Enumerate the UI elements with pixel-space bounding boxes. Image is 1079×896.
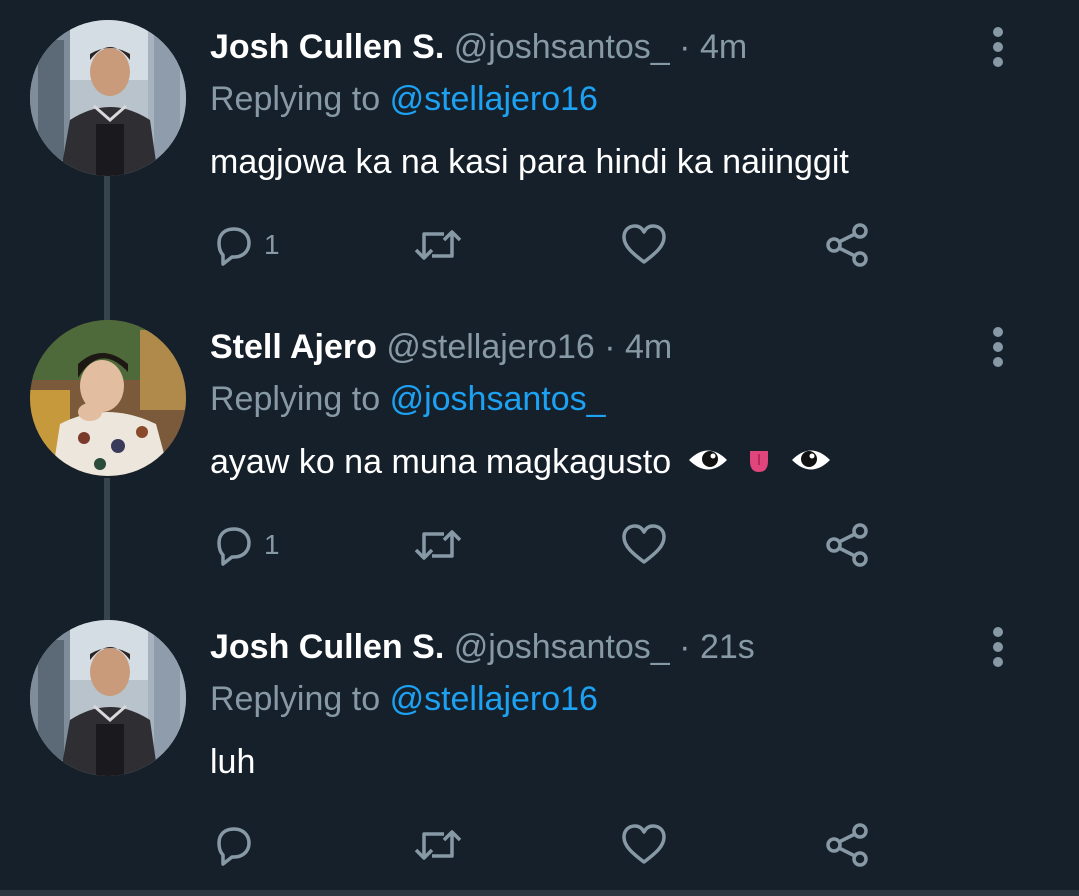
avatar[interactable]	[30, 20, 186, 176]
tweet-header: Josh Cullen S. @joshsantos_ · 21s	[210, 624, 755, 670]
more-vertical-icon	[993, 627, 1003, 667]
share-icon	[826, 823, 868, 867]
display-name[interactable]: Stell Ajero	[210, 328, 377, 366]
retweet-button[interactable]	[410, 218, 466, 272]
replying-to-label: Replying to	[210, 680, 381, 718]
tweet-text: luh	[210, 743, 256, 781]
tweet-thread: Josh Cullen S. @joshsantos_ · 4m Replyin…	[0, 0, 1079, 896]
reply-icon	[217, 527, 251, 566]
tweet-actions: 1	[210, 518, 910, 572]
josh-avatar-image	[30, 20, 186, 176]
avatar[interactable]	[30, 320, 186, 476]
eye-emoji-icon	[687, 440, 729, 488]
display-name[interactable]: Josh Cullen S.	[210, 28, 444, 66]
share-icon	[826, 223, 868, 267]
tweet-actions: 1	[210, 218, 910, 272]
separator: ·	[604, 328, 616, 366]
reply-count: 1	[264, 229, 280, 260]
eye-emoji-icon	[790, 440, 832, 488]
stell-avatar-image	[30, 320, 186, 476]
more-options-button[interactable]	[986, 626, 1010, 668]
tweet-actions	[210, 818, 910, 872]
tweet-text: magjowa ka na kasi para hindi ka naiingg…	[210, 143, 849, 181]
user-handle[interactable]: @joshsantos_	[454, 628, 670, 666]
heart-icon	[622, 224, 666, 264]
more-vertical-icon	[993, 327, 1003, 367]
replying-to: Replying to @joshsantos_	[210, 376, 606, 422]
share-icon	[826, 523, 868, 567]
replying-to: Replying to @stellajero16	[210, 76, 598, 122]
replying-to: Replying to @stellajero16	[210, 676, 598, 722]
separator: ·	[679, 28, 691, 66]
reply-icon	[217, 827, 251, 866]
divider	[0, 890, 1079, 896]
retweet-icon	[414, 830, 462, 860]
more-options-button[interactable]	[986, 326, 1010, 368]
tweet-text-content: ayaw ko na muna magkagusto	[210, 443, 672, 481]
tweet-text: ayaw ko na muna magkagusto	[210, 438, 832, 486]
like-button[interactable]	[620, 218, 668, 272]
tongue-emoji-icon	[744, 440, 774, 488]
reply-count: 1	[264, 529, 280, 560]
reply-mention-link[interactable]: @joshsantos_	[390, 380, 606, 418]
reply-mention-link[interactable]: @stellajero16	[390, 80, 598, 118]
like-button[interactable]	[620, 818, 668, 872]
share-button[interactable]	[822, 518, 872, 572]
retweet-button[interactable]	[410, 818, 466, 872]
tweet-header: Josh Cullen S. @joshsantos_ · 4m	[210, 24, 747, 70]
reply-icon	[217, 227, 251, 266]
share-button[interactable]	[822, 218, 872, 272]
tweet[interactable]: Stell Ajero @stellajero16 · 4m Replying …	[0, 300, 1079, 600]
more-vertical-icon	[993, 27, 1003, 67]
avatar[interactable]	[30, 620, 186, 776]
timestamp[interactable]: 4m	[700, 28, 747, 66]
retweet-button[interactable]	[410, 518, 466, 572]
tweet[interactable]: Josh Cullen S. @joshsantos_ · 4m Replyin…	[0, 0, 1079, 300]
separator: ·	[679, 628, 691, 666]
timestamp[interactable]: 4m	[625, 328, 672, 366]
tweet-header: Stell Ajero @stellajero16 · 4m	[210, 324, 672, 370]
share-button[interactable]	[822, 818, 872, 872]
reply-button[interactable]	[210, 818, 264, 872]
user-handle[interactable]: @stellajero16	[386, 328, 594, 366]
display-name[interactable]: Josh Cullen S.	[210, 628, 444, 666]
heart-icon	[622, 824, 666, 864]
like-button[interactable]	[620, 518, 668, 572]
replying-to-label: Replying to	[210, 80, 381, 118]
retweet-icon	[414, 530, 462, 560]
heart-icon	[622, 524, 666, 564]
reply-button[interactable]: 1	[210, 218, 280, 272]
reply-mention-link[interactable]: @stellajero16	[390, 680, 598, 718]
tweet[interactable]: Josh Cullen S. @joshsantos_ · 21s Replyi…	[0, 600, 1079, 896]
replying-to-label: Replying to	[210, 380, 381, 418]
more-options-button[interactable]	[986, 26, 1010, 68]
timestamp[interactable]: 21s	[700, 628, 755, 666]
reply-button[interactable]: 1	[210, 518, 280, 572]
josh-avatar-image	[30, 620, 186, 776]
user-handle[interactable]: @joshsantos_	[454, 28, 670, 66]
retweet-icon	[414, 230, 462, 260]
